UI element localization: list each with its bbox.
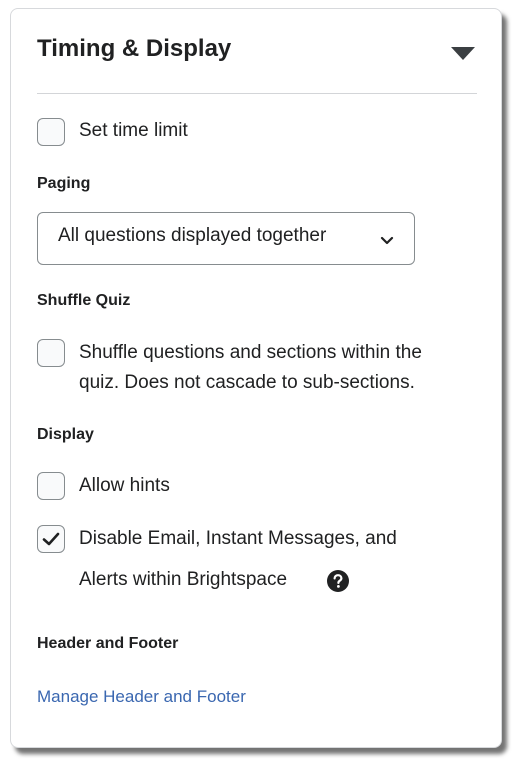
header-footer-label: Header and Footer [37,635,179,652]
allow-hints-label: Allow hints [79,475,170,496]
paging-label: Paging [37,175,91,192]
panel-header: Timing & Display [37,29,477,94]
set-time-limit-label: Set time limit [79,120,188,141]
shuffle-questions-checkbox[interactable] [37,339,65,367]
set-time-limit-checkbox[interactable] [37,118,65,146]
manage-header-footer-link[interactable]: Manage Header and Footer [37,687,246,707]
checkmark-icon [42,532,60,546]
chevron-down-icon [380,233,394,251]
help-icon[interactable] [327,570,349,592]
display-label: Display [37,426,94,443]
allow-hints-checkbox[interactable] [37,472,65,500]
disable-email-label-line2: Alerts within Brightspace [79,569,288,590]
collapse-triangle-icon[interactable] [449,43,477,63]
timing-display-panel: Timing & Display Set time limit Paging A… [10,8,502,748]
disable-email-label-line1: Disable Email, Instant Messages, and [79,528,397,549]
shuffle-questions-label-line1: Shuffle questions and sections within th… [79,342,422,363]
disable-email-checkbox[interactable] [37,525,65,553]
paging-select[interactable]: All questions displayed together [37,212,415,265]
paging-selected-value: All questions displayed together [58,225,327,246]
panel-title: Timing & Display [37,35,232,62]
shuffle-questions-label-line2: quiz. Does not cascade to sub-sections. [79,372,415,393]
shuffle-quiz-label: Shuffle Quiz [37,292,131,309]
